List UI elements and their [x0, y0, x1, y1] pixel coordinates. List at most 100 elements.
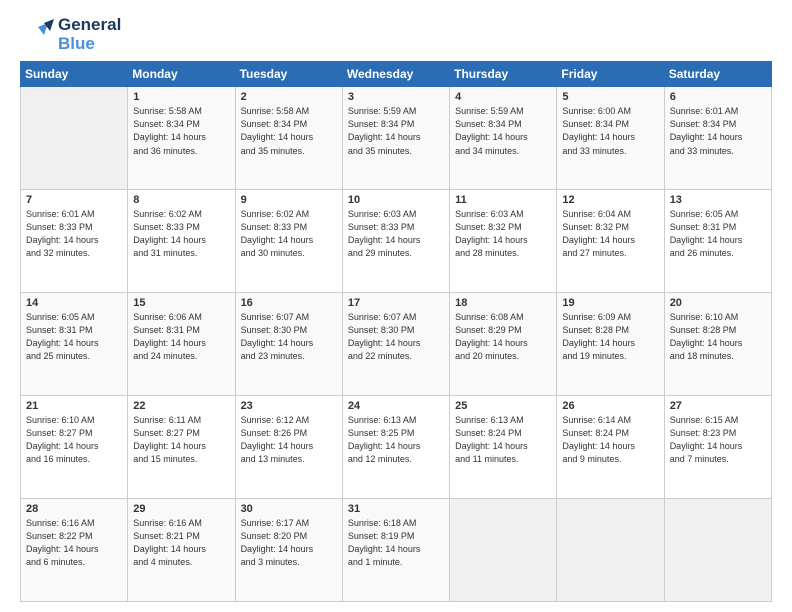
day-info: Sunrise: 6:13 AM Sunset: 8:25 PM Dayligh…	[348, 414, 444, 466]
day-info: Sunrise: 6:18 AM Sunset: 8:19 PM Dayligh…	[348, 517, 444, 569]
day-number: 27	[670, 400, 766, 412]
calendar-cell	[21, 87, 128, 190]
day-info: Sunrise: 5:59 AM Sunset: 8:34 PM Dayligh…	[455, 105, 551, 157]
calendar-cell: 5Sunrise: 6:00 AM Sunset: 8:34 PM Daylig…	[557, 87, 664, 190]
day-number: 12	[562, 194, 658, 206]
day-info: Sunrise: 6:04 AM Sunset: 8:32 PM Dayligh…	[562, 208, 658, 260]
calendar-cell: 30 Sunrise: 6:17 AM Sunset: 8:20 PM Dayli…	[235, 499, 342, 602]
day-number: 25	[455, 400, 551, 412]
header-day-tuesday: Tuesday	[235, 62, 342, 87]
header-day-monday: Monday	[128, 62, 235, 87]
calendar-cell	[450, 499, 557, 602]
calendar-cell: 24 Sunrise: 6:13 AM Sunset: 8:25 PM Dayli…	[342, 396, 449, 499]
calendar-cell: 31Sunrise: 6:18 AM Sunset: 8:19 PM Dayli…	[342, 499, 449, 602]
day-number: 14	[26, 297, 122, 309]
calendar-cell: 16 Sunrise: 6:07 AM Sunset: 8:30 PM Dayli…	[235, 293, 342, 396]
logo-line2: Blue	[58, 35, 121, 54]
header: General Blue	[20, 16, 772, 53]
calendar-cell	[664, 499, 771, 602]
day-info: Sunrise: 6:10 AM Sunset: 8:27 PM Dayligh…	[26, 414, 122, 466]
day-info: Sunrise: 6:03 AM Sunset: 8:33 PM Dayligh…	[348, 208, 444, 260]
header-day-sunday: Sunday	[21, 62, 128, 87]
day-number: 23	[241, 400, 337, 412]
calendar-cell: 19 Sunrise: 6:09 AM Sunset: 8:28 PM Dayli…	[557, 293, 664, 396]
calendar-cell: 14 Sunrise: 6:05 AM Sunset: 8:31 PM Dayli…	[21, 293, 128, 396]
day-info: Sunrise: 6:05 AM Sunset: 8:31 PM Dayligh…	[26, 311, 122, 363]
header-day-thursday: Thursday	[450, 62, 557, 87]
day-number: 4	[455, 91, 551, 103]
header-day-saturday: Saturday	[664, 62, 771, 87]
day-number: 11	[455, 194, 551, 206]
day-info: Sunrise: 6:15 AM Sunset: 8:23 PM Dayligh…	[670, 414, 766, 466]
day-info: Sunrise: 6:14 AM Sunset: 8:24 PM Dayligh…	[562, 414, 658, 466]
day-number: 19	[562, 297, 658, 309]
day-info: Sunrise: 6:07 AM Sunset: 8:30 PM Dayligh…	[348, 311, 444, 363]
calendar-cell: 7 Sunrise: 6:01 AM Sunset: 8:33 PM Daylig…	[21, 190, 128, 293]
day-number: 28	[26, 503, 122, 515]
day-info: Sunrise: 6:12 AM Sunset: 8:26 PM Dayligh…	[241, 414, 337, 466]
calendar-cell: 22Sunrise: 6:11 AM Sunset: 8:27 PM Dayli…	[128, 396, 235, 499]
day-number: 29	[133, 503, 229, 515]
day-info: Sunrise: 6:06 AM Sunset: 8:31 PM Dayligh…	[133, 311, 229, 363]
day-info: Sunrise: 5:59 AM Sunset: 8:34 PM Dayligh…	[348, 105, 444, 157]
day-info: Sunrise: 5:58 AM Sunset: 8:34 PM Dayligh…	[133, 105, 229, 157]
day-number: 20	[670, 297, 766, 309]
calendar-cell: 11 Sunrise: 6:03 AM Sunset: 8:32 PM Dayli…	[450, 190, 557, 293]
day-info: Sunrise: 6:03 AM Sunset: 8:32 PM Dayligh…	[455, 208, 551, 260]
calendar-cell: 28Sunrise: 6:16 AM Sunset: 8:22 PM Dayli…	[21, 499, 128, 602]
week-row-2: 7 Sunrise: 6:01 AM Sunset: 8:33 PM Daylig…	[21, 190, 772, 293]
calendar-cell: 17Sunrise: 6:07 AM Sunset: 8:30 PM Dayli…	[342, 293, 449, 396]
day-info: Sunrise: 5:58 AM Sunset: 8:34 PM Dayligh…	[241, 105, 337, 157]
day-info: Sunrise: 6:05 AM Sunset: 8:31 PM Dayligh…	[670, 208, 766, 260]
calendar-cell: 26 Sunrise: 6:14 AM Sunset: 8:24 PM Dayli…	[557, 396, 664, 499]
logo: General Blue	[20, 16, 121, 53]
calendar-cell: 8Sunrise: 6:02 AM Sunset: 8:33 PM Daylig…	[128, 190, 235, 293]
calendar-cell: 6Sunrise: 6:01 AM Sunset: 8:34 PM Daylig…	[664, 87, 771, 190]
day-info: Sunrise: 6:01 AM Sunset: 8:33 PM Dayligh…	[26, 208, 122, 260]
calendar-cell: 13 Sunrise: 6:05 AM Sunset: 8:31 PM Dayli…	[664, 190, 771, 293]
day-number: 9	[241, 194, 337, 206]
calendar-header-row: SundayMondayTuesdayWednesdayThursdayFrid…	[21, 62, 772, 87]
calendar-cell: 3 Sunrise: 5:59 AM Sunset: 8:34 PM Daylig…	[342, 87, 449, 190]
day-info: Sunrise: 6:13 AM Sunset: 8:24 PM Dayligh…	[455, 414, 551, 466]
calendar-page: General Blue SundayMondayTuesdayWednesda…	[0, 0, 792, 612]
day-number: 16	[241, 297, 337, 309]
day-number: 8	[133, 194, 229, 206]
day-number: 13	[670, 194, 766, 206]
calendar-cell: 2 Sunrise: 5:58 AM Sunset: 8:34 PM Daylig…	[235, 87, 342, 190]
day-info: Sunrise: 6:02 AM Sunset: 8:33 PM Dayligh…	[241, 208, 337, 260]
day-number: 10	[348, 194, 444, 206]
calendar-table: SundayMondayTuesdayWednesdayThursdayFrid…	[20, 61, 772, 602]
day-info: Sunrise: 6:08 AM Sunset: 8:29 PM Dayligh…	[455, 311, 551, 363]
day-info: Sunrise: 6:10 AM Sunset: 8:28 PM Dayligh…	[670, 311, 766, 363]
week-row-3: 14 Sunrise: 6:05 AM Sunset: 8:31 PM Dayli…	[21, 293, 772, 396]
logo-line1: General	[58, 16, 121, 35]
day-number: 7	[26, 194, 122, 206]
week-row-5: 28Sunrise: 6:16 AM Sunset: 8:22 PM Dayli…	[21, 499, 772, 602]
calendar-cell: 4 Sunrise: 5:59 AM Sunset: 8:34 PM Daylig…	[450, 87, 557, 190]
day-number: 15	[133, 297, 229, 309]
calendar-cell: 1 Sunrise: 5:58 AM Sunset: 8:34 PM Daylig…	[128, 87, 235, 190]
day-info: Sunrise: 6:17 AM Sunset: 8:20 PM Dayligh…	[241, 517, 337, 569]
day-number: 30	[241, 503, 337, 515]
day-number: 18	[455, 297, 551, 309]
day-info: Sunrise: 6:07 AM Sunset: 8:30 PM Dayligh…	[241, 311, 337, 363]
header-day-friday: Friday	[557, 62, 664, 87]
calendar-cell: 9 Sunrise: 6:02 AM Sunset: 8:33 PM Daylig…	[235, 190, 342, 293]
calendar-cell: 20 Sunrise: 6:10 AM Sunset: 8:28 PM Dayli…	[664, 293, 771, 396]
calendar-cell: 18 Sunrise: 6:08 AM Sunset: 8:29 PM Dayli…	[450, 293, 557, 396]
week-row-4: 21Sunrise: 6:10 AM Sunset: 8:27 PM Dayli…	[21, 396, 772, 499]
day-number: 2	[241, 91, 337, 103]
day-number: 5	[562, 91, 658, 103]
calendar-cell: 29Sunrise: 6:16 AM Sunset: 8:21 PM Dayli…	[128, 499, 235, 602]
day-number: 3	[348, 91, 444, 103]
calendar-cell: 15 Sunrise: 6:06 AM Sunset: 8:31 PM Dayli…	[128, 293, 235, 396]
day-number: 1	[133, 91, 229, 103]
day-number: 26	[562, 400, 658, 412]
calendar-cell: 25 Sunrise: 6:13 AM Sunset: 8:24 PM Dayli…	[450, 396, 557, 499]
day-number: 24	[348, 400, 444, 412]
calendar-cell: 10 Sunrise: 6:03 AM Sunset: 8:33 PM Dayli…	[342, 190, 449, 293]
day-info: Sunrise: 6:09 AM Sunset: 8:28 PM Dayligh…	[562, 311, 658, 363]
day-number: 22	[133, 400, 229, 412]
day-info: Sunrise: 6:01 AM Sunset: 8:34 PM Dayligh…	[670, 105, 766, 157]
